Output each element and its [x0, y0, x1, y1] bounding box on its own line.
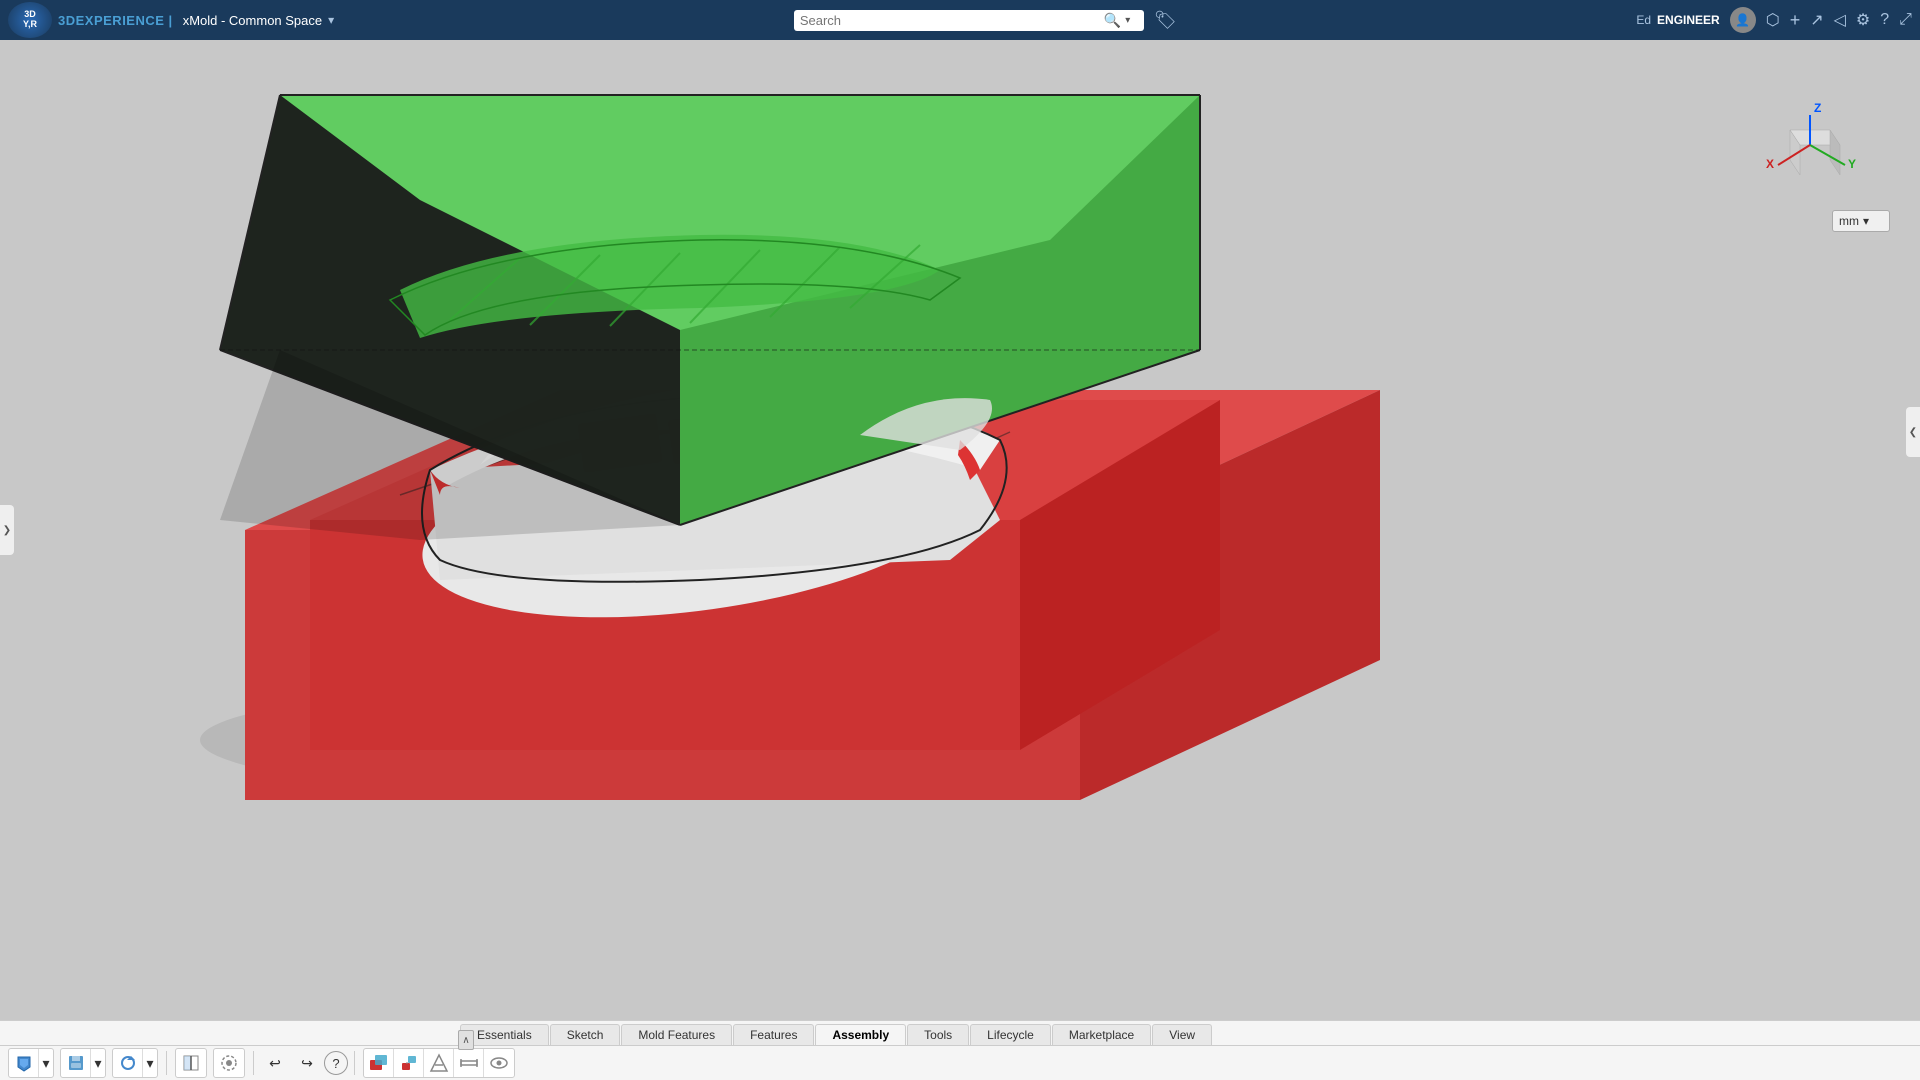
svg-text:X: X [1766, 157, 1774, 171]
tool-separator-2 [253, 1051, 254, 1075]
svg-text:Y: Y [1848, 157, 1856, 171]
tabs-row: Essentials Sketch Mold Features Features… [0, 1021, 1920, 1045]
explode-button[interactable] [394, 1049, 424, 1077]
tool-separator-3 [354, 1051, 355, 1075]
undo-button[interactable]: ↩ [260, 1049, 290, 1077]
collapse-icon: ∧ [462, 1035, 469, 1046]
bottom-toolbar: Essentials Sketch Mold Features Features… [0, 1020, 1920, 1080]
settings-tool-group [213, 1048, 245, 1078]
tools-row: ▾ ▾ ▾ ↩ ↪ ? [0, 1045, 1920, 1080]
broadcast-icon[interactable]: ◁ [1834, 10, 1846, 30]
refresh-button[interactable] [113, 1049, 143, 1077]
refresh-tool-group: ▾ [112, 1048, 158, 1078]
units-label: mm [1839, 214, 1859, 228]
chevron-right-icon: ❯ [3, 525, 11, 536]
tab-tools[interactable]: Tools [907, 1024, 969, 1045]
help-icon[interactable]: ? [1880, 11, 1889, 29]
visibility-button[interactable] [484, 1049, 514, 1077]
chevron-left-icon: ❮ [1909, 427, 1917, 438]
3d-scene [0, 40, 1920, 1020]
add-icon[interactable]: + [1790, 10, 1801, 31]
svg-text:Z: Z [1814, 101, 1821, 115]
tab-features[interactable]: Features [733, 1024, 814, 1045]
search-container: 🔍 ▾ [794, 10, 1144, 31]
assembly-tools-group [363, 1048, 515, 1078]
compass-logo[interactable]: 3D Y,R [8, 2, 52, 38]
workspace-label[interactable]: xMold - Common Space [183, 13, 322, 28]
save-tool-group: ▾ [60, 1048, 106, 1078]
help-button[interactable]: ? [324, 1051, 348, 1075]
part-tool-group [175, 1048, 207, 1078]
save-button[interactable] [61, 1049, 91, 1077]
share-icon[interactable]: ↗ [1810, 10, 1823, 30]
axis-indicator: Z Y X [1760, 100, 1860, 200]
tab-marketplace[interactable]: Marketplace [1052, 1024, 1151, 1045]
topbar: 3D Y,R 3DEXPERIENCE | xMold - Common Spa… [0, 0, 1920, 40]
redo-button[interactable]: ↪ [292, 1049, 322, 1077]
user-avatar[interactable]: 👤 [1730, 7, 1756, 33]
user-role: ENGINEER [1657, 13, 1720, 27]
settings-button[interactable] [214, 1049, 244, 1077]
user-info: Ed ENGINEER [1636, 13, 1719, 27]
navigation-icon[interactable]: ⬡ [1766, 10, 1780, 30]
insert-dropdown[interactable]: ▾ [39, 1049, 53, 1077]
workspace-dropdown-icon[interactable]: ▾ [328, 13, 334, 27]
user-role-prefix: Ed [1636, 13, 1651, 27]
settings-icon[interactable]: ⚙ [1856, 10, 1870, 30]
brand-text: 3DEXPERIENCE | [58, 13, 173, 28]
refresh-dropdown[interactable]: ▾ [143, 1049, 157, 1077]
insert-tool-group: ▾ [8, 1048, 54, 1078]
section-button[interactable] [424, 1049, 454, 1077]
tab-view[interactable]: View [1152, 1024, 1212, 1045]
toolbar-collapse-button[interactable]: ∧ [458, 1030, 474, 1050]
bookmark-icon[interactable]: 🏷 [1154, 10, 1177, 31]
search-dropdown-icon[interactable]: ▾ [1125, 15, 1130, 26]
measure-button[interactable] [454, 1049, 484, 1077]
tool-separator-1 [166, 1051, 167, 1075]
tab-sketch[interactable]: Sketch [550, 1024, 621, 1045]
tab-mold-features[interactable]: Mold Features [621, 1024, 732, 1045]
units-dropdown[interactable]: mm ▾ [1832, 210, 1890, 232]
axis-svg: Z Y X [1760, 100, 1860, 200]
viewport: ❯ Z Y X mm ▾ [0, 40, 1920, 1020]
save-dropdown[interactable]: ▾ [91, 1049, 105, 1077]
search-icon[interactable]: 🔍 [1104, 12, 1121, 29]
tab-assembly[interactable]: Assembly [815, 1024, 906, 1045]
left-panel-handle[interactable]: ❯ [0, 505, 14, 555]
logo-yr: Y,R [23, 20, 37, 30]
right-panel-handle[interactable]: ❮ [1906, 407, 1920, 457]
insert-button[interactable] [9, 1049, 39, 1077]
section-view-button[interactable] [176, 1049, 206, 1077]
tab-lifecycle[interactable]: Lifecycle [970, 1024, 1051, 1045]
insert-component-button[interactable] [364, 1049, 394, 1077]
maximize-icon[interactable]: ⤢ [1899, 11, 1912, 29]
search-input[interactable] [800, 13, 1100, 28]
right-icons: Ed ENGINEER 👤 ⬡ + ↗ ◁ ⚙ ? ⤢ [1636, 7, 1912, 33]
units-dropdown-arrow: ▾ [1863, 214, 1869, 228]
